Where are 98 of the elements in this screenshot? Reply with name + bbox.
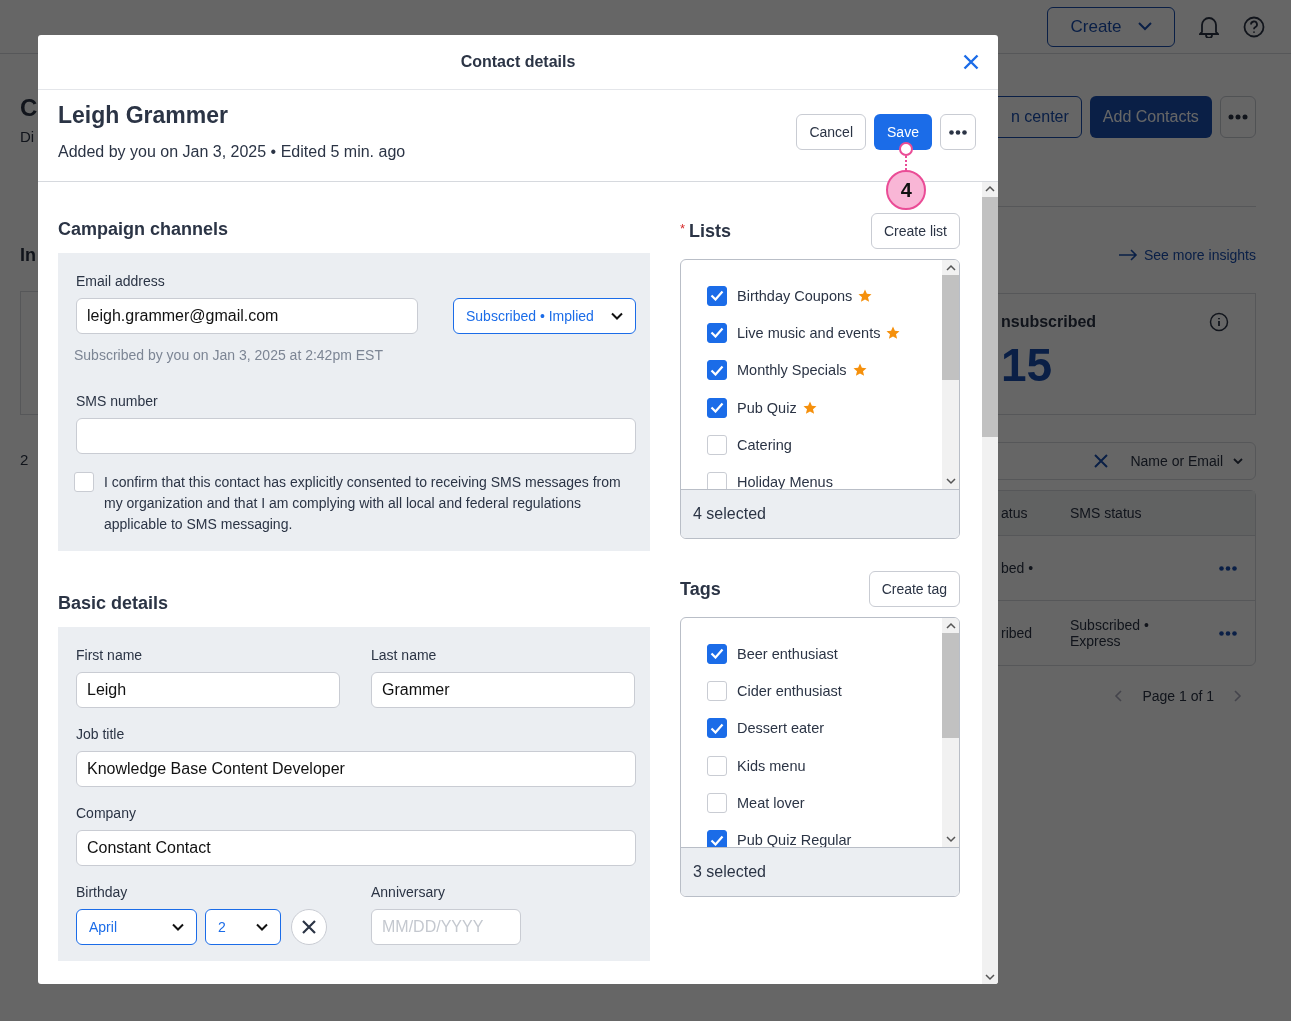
column-header: SMS status bbox=[1070, 505, 1143, 521]
dialog-title: Contact details bbox=[460, 53, 576, 71]
checkbox[interactable] bbox=[707, 830, 727, 847]
clear-icon[interactable] bbox=[1094, 454, 1109, 468]
field-label: Anniversary bbox=[371, 884, 446, 900]
checkbox-label: Monthly Specials bbox=[737, 362, 847, 379]
checkbox[interactable] bbox=[707, 360, 727, 381]
checkbox-label: Beer enthusiast bbox=[737, 645, 838, 662]
scroll-down-icon[interactable] bbox=[945, 478, 956, 485]
arrow-right-icon bbox=[1117, 249, 1138, 261]
email-status-dropdown[interactable]: Subscribed • Implied bbox=[453, 298, 636, 334]
bell-icon[interactable] bbox=[1199, 15, 1219, 38]
checkbox-label: Kids menu bbox=[737, 757, 806, 774]
clear-birthday-button[interactable] bbox=[291, 909, 327, 945]
table-cell: bed • bbox=[1001, 560, 1034, 576]
checkbox[interactable] bbox=[707, 718, 727, 739]
birthday-day-dropdown[interactable]: 2 bbox=[205, 909, 281, 945]
selected-count: 3 selected bbox=[681, 848, 959, 896]
section-heading: Basic details bbox=[58, 593, 170, 614]
help-icon[interactable] bbox=[1243, 15, 1265, 38]
section-heading: Campaign channels bbox=[58, 219, 230, 240]
next-page-icon[interactable] bbox=[1234, 690, 1242, 702]
checkbox[interactable] bbox=[707, 643, 727, 664]
scroll-down-icon[interactable] bbox=[945, 836, 956, 843]
info-icon[interactable] bbox=[1209, 312, 1229, 332]
row-actions-icon[interactable] bbox=[1219, 630, 1237, 636]
scrollbar[interactable] bbox=[942, 260, 959, 489]
birthday-month-dropdown[interactable]: April bbox=[76, 909, 197, 945]
table-cell: ribed bbox=[1001, 625, 1033, 641]
subscription-note: Subscribed by you on Jan 3, 2025 at 2:42pm EST bbox=[74, 347, 384, 363]
field-label: Company bbox=[76, 805, 137, 821]
create-button[interactable]: Create tag bbox=[868, 571, 960, 607]
scroll-down-icon[interactable] bbox=[985, 974, 995, 981]
see-more-insights-link[interactable]: See more insights bbox=[1117, 247, 1256, 263]
previous-page-icon[interactable] bbox=[1114, 690, 1123, 702]
consent-checkbox[interactable] bbox=[74, 472, 94, 492]
scrollbar[interactable] bbox=[942, 618, 959, 847]
checkbox[interactable] bbox=[707, 322, 727, 343]
row-actions-icon[interactable] bbox=[1219, 565, 1237, 571]
checkbox-label: Birthday Coupons bbox=[737, 287, 853, 304]
section-heading: Tags bbox=[680, 578, 721, 600]
selected-count: 4 selected bbox=[681, 490, 959, 538]
checkbox[interactable] bbox=[707, 285, 727, 306]
contact-meta: Added by you on Jan 3, 2025 • Edited 5 min. ago bbox=[58, 143, 406, 161]
close-icon bbox=[302, 920, 316, 934]
step-callout: 4 bbox=[886, 142, 927, 210]
field-label: Job title bbox=[76, 726, 126, 742]
checkbox-label: Dessert eater bbox=[737, 720, 825, 737]
page-indicator: Page 1 of 1 bbox=[1142, 688, 1214, 704]
first-name-field[interactable]: Leigh bbox=[76, 672, 340, 708]
chevron-down-icon bbox=[1233, 458, 1243, 464]
more-options-button[interactable] bbox=[940, 114, 976, 150]
save-button[interactable]: Save bbox=[874, 114, 932, 150]
field-label: Last name bbox=[371, 647, 438, 663]
create-button[interactable]: Create list bbox=[870, 213, 960, 249]
scroll-up-icon[interactable] bbox=[985, 185, 995, 192]
ellipsis-icon bbox=[949, 129, 967, 135]
ellipsis-icon bbox=[1227, 114, 1248, 120]
field-label: First name bbox=[76, 647, 144, 663]
chevron-down-icon bbox=[256, 923, 268, 931]
contact-count: 2 bbox=[20, 451, 30, 468]
contact-name: Leigh Grammer bbox=[58, 102, 229, 129]
scrollbar[interactable] bbox=[982, 182, 998, 984]
section-heading: In bbox=[20, 245, 37, 266]
field-label: SMS number bbox=[76, 393, 159, 409]
last-name-field[interactable]: Grammer bbox=[371, 672, 635, 708]
column-header: atus bbox=[1000, 505, 1029, 521]
scroll-up-icon[interactable] bbox=[945, 264, 956, 271]
scroll-up-icon[interactable] bbox=[945, 622, 956, 629]
anniversary-field[interactable]: MM/DD/YYYY bbox=[371, 909, 521, 945]
company-field[interactable]: Constant Contact bbox=[76, 830, 636, 866]
table-cell: Subscribed • Express bbox=[1070, 617, 1149, 649]
checkbox-label: Live music and events bbox=[737, 324, 881, 341]
create-button[interactable]: Create bbox=[1047, 6, 1175, 47]
checkbox-label: Catering bbox=[737, 436, 792, 453]
field-label: Birthday bbox=[76, 884, 129, 900]
required-marker: * bbox=[680, 220, 686, 236]
email-field[interactable]: leigh.grammer@gmail.com bbox=[76, 298, 418, 334]
add-contacts-button[interactable]: Add Contacts bbox=[1089, 96, 1212, 138]
field-label: Email address bbox=[76, 273, 166, 289]
consent-text: I confirm that this contact has explicitly consented to receiving SMS messages from my organization and that I am complying with all local and federal regulations applicable to SMS messaging. bbox=[104, 473, 622, 534]
section-heading: Lists bbox=[689, 220, 732, 242]
page-title: C bbox=[20, 94, 38, 122]
close-icon[interactable] bbox=[963, 54, 979, 70]
stat-label: nsubscribed bbox=[1001, 313, 1097, 331]
search-filter-dropdown[interactable]: Name or Email bbox=[1130, 453, 1243, 469]
chevron-down-icon bbox=[1137, 22, 1152, 31]
checkbox[interactable] bbox=[707, 397, 727, 418]
chevron-down-icon bbox=[172, 923, 184, 931]
checkbox-label: Pub Quiz bbox=[737, 399, 797, 416]
job-title-field[interactable]: Knowledge Base Content Developer bbox=[76, 751, 636, 787]
stat-value: 15 bbox=[1001, 338, 1054, 392]
chevron-down-icon bbox=[611, 312, 623, 320]
checkbox-label: Meat lover bbox=[737, 794, 805, 811]
page-subtitle: Di bbox=[20, 128, 36, 145]
checkbox-label: Cider enthusiast bbox=[737, 682, 842, 699]
cancel-button[interactable]: Cancel bbox=[796, 114, 866, 150]
sms-number-field[interactable] bbox=[76, 418, 636, 454]
